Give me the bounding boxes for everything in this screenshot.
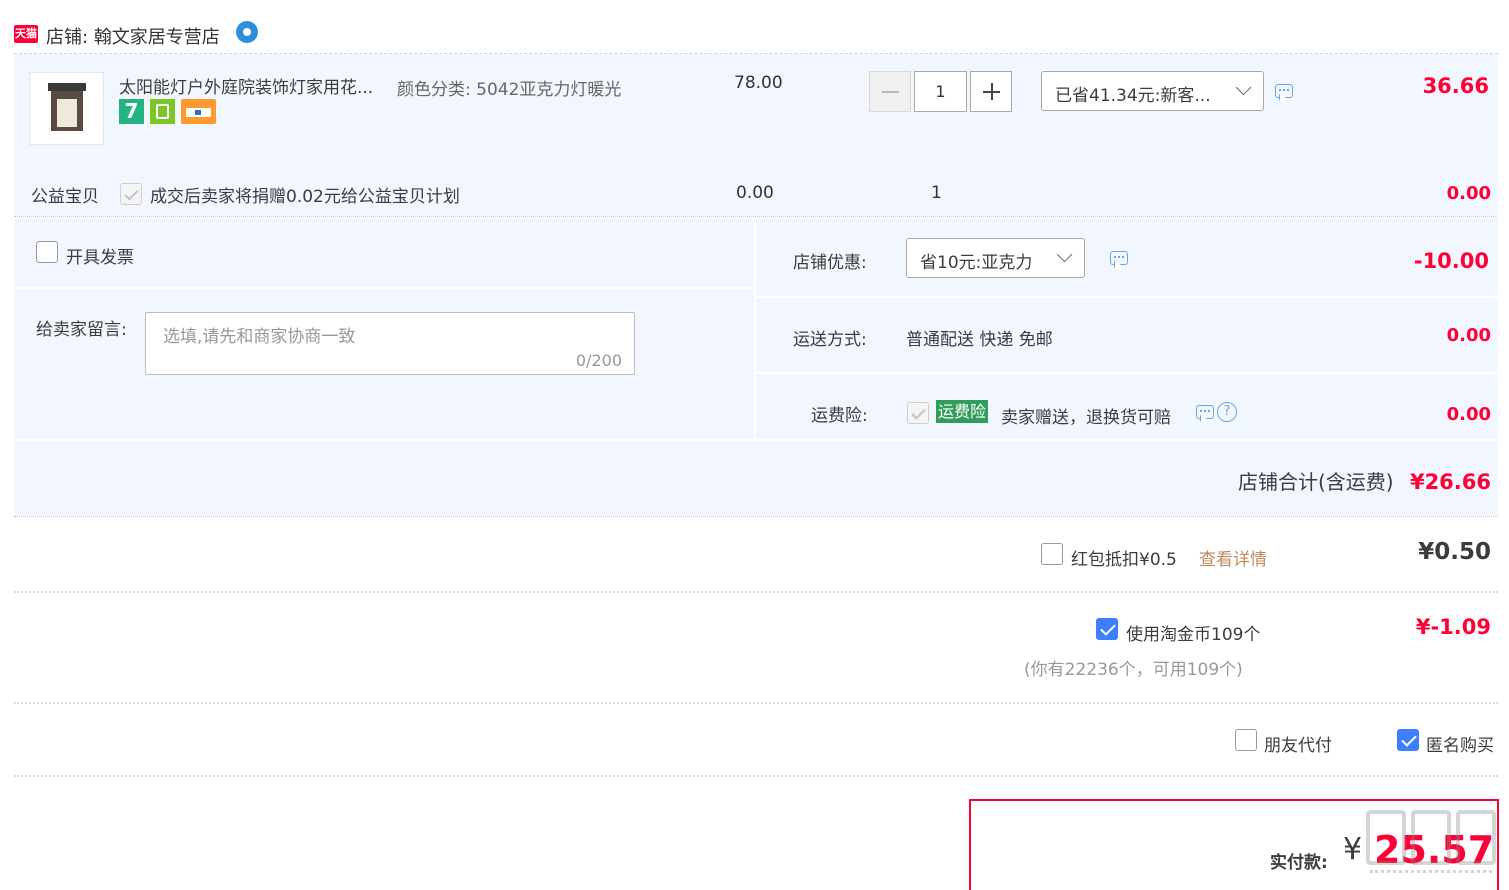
message-placeholder: 选填,请先和商家协商一致	[163, 327, 356, 347]
friend-pay-label: 朋友代付	[1264, 736, 1332, 756]
charity-total: 0.00	[1446, 183, 1491, 204]
charity-label: 公益宝贝	[31, 187, 99, 207]
taojinbi-checkbox[interactable]	[1096, 618, 1118, 640]
left-column-divider	[754, 218, 756, 440]
insurance-tag: 运费险	[936, 400, 989, 423]
item-unit-price: 78.00	[734, 73, 783, 93]
quantity-increase-button[interactable]	[970, 71, 1012, 112]
item-discount-select[interactable]: 已省41.34元:新客...	[1041, 71, 1264, 111]
store-coupon-label: 店铺优惠:	[793, 253, 867, 273]
friend-pay-checkbox[interactable]	[1235, 729, 1257, 751]
anonymous-label: 匿名购买	[1426, 736, 1494, 756]
red-packet-checkbox[interactable]	[1041, 543, 1063, 565]
installment-icon	[150, 99, 175, 124]
taojinbi-amount: ¥-1.09	[1415, 615, 1491, 639]
insurance-text: 卖家赠送，退换货可赔	[1001, 408, 1171, 428]
shop-label-text: 店铺:	[46, 27, 89, 48]
quantity-decrease-button[interactable]	[869, 71, 911, 112]
shop-name-link[interactable]: 翰文家居专营店	[94, 27, 220, 48]
store-coupon-select[interactable]: 省10元:亚克力	[906, 238, 1085, 278]
red-packet-details-link[interactable]: 查看详情	[1199, 545, 1267, 570]
charity-price: 0.00	[736, 183, 774, 203]
chevron-down-icon	[1235, 79, 1252, 96]
payment-amount: 25.57	[1374, 828, 1495, 872]
red-packet-divider	[14, 591, 1498, 593]
options-divider	[14, 775, 1498, 777]
taojinbi-label: 使用淘金币109个	[1126, 625, 1261, 645]
store-total-label: 店铺合计(含运费)	[1237, 470, 1394, 494]
coupon-comment-icon[interactable]	[1110, 251, 1128, 265]
store-coupon-amount: -10.00	[1413, 249, 1489, 273]
tmall-badge-icon: 天猫	[14, 25, 38, 43]
insurance-amount: 0.00	[1446, 404, 1491, 425]
payment-label: 实付款:	[1270, 853, 1328, 873]
item-discount-value: 已省41.34元:新客...	[1055, 86, 1211, 106]
message-textarea[interactable]: 选填,请先和商家协商一致 0/200	[145, 312, 635, 375]
invoice-checkbox[interactable]	[36, 241, 58, 263]
insurance-label: 运费险:	[811, 406, 868, 426]
charity-quantity: 1	[931, 183, 942, 203]
insurance-checkbox	[907, 402, 929, 424]
wangwang-chat-icon[interactable]	[236, 21, 258, 43]
shop-label: 店铺: 翰文家居专营店	[46, 23, 220, 49]
message-counter: 0/200	[575, 351, 622, 370]
insurance-comment-icon[interactable]	[1196, 405, 1214, 419]
store-total-amount: ¥26.66	[1409, 470, 1491, 494]
coupon-divider	[756, 296, 1498, 298]
charity-checkbox	[120, 183, 142, 205]
taojinbi-note: (你有22236个，可用109个)	[1024, 660, 1243, 680]
item-divider	[14, 216, 1498, 217]
red-packet-amount: ¥0.50	[1418, 539, 1491, 565]
discount-comment-icon[interactable]	[1275, 84, 1293, 98]
item-subtotal: 36.66	[1422, 74, 1489, 98]
shipping-amount: 0.00	[1446, 325, 1491, 346]
anonymous-checkbox[interactable]	[1397, 729, 1419, 751]
quantity-input[interactable]	[914, 71, 967, 112]
credit-card-icon	[181, 99, 216, 124]
item-thumbnail[interactable]	[29, 72, 104, 145]
seven-day-return-icon: 7	[119, 99, 144, 124]
help-question-icon[interactable]: ?	[1217, 402, 1237, 422]
store-divider	[14, 516, 1498, 517]
taojinbi-divider	[14, 702, 1498, 704]
charity-text: 成交后卖家将捐赠0.02元给公益宝贝计划	[150, 187, 460, 207]
item-title-link[interactable]: 太阳能灯户外庭院装饰灯家用花...	[119, 73, 373, 98]
invoice-divider	[14, 287, 754, 289]
shipping-value: 普通配送 快递 免邮	[906, 330, 1053, 350]
store-total: 店铺合计(含运费) ¥26.66	[1238, 466, 1491, 495]
shipping-label: 运送方式:	[793, 330, 867, 350]
red-packet-label: 红包抵扣¥0.5	[1071, 550, 1177, 570]
sku-label: 颜色分类:	[397, 80, 471, 100]
payment-currency: ¥	[1343, 832, 1363, 867]
store-coupon-value: 省10元:亚克力	[920, 253, 1033, 273]
message-label: 给卖家留言:	[36, 320, 127, 340]
invoice-label: 开具发票	[66, 248, 134, 268]
chevron-down-icon	[1056, 246, 1073, 263]
shipping-divider	[756, 372, 1498, 374]
item-sku: 颜色分类: 5042亚克力灯暖光	[397, 75, 621, 100]
insurance-divider	[14, 439, 1498, 441]
sku-value: 5042亚克力灯暖光	[476, 80, 622, 100]
